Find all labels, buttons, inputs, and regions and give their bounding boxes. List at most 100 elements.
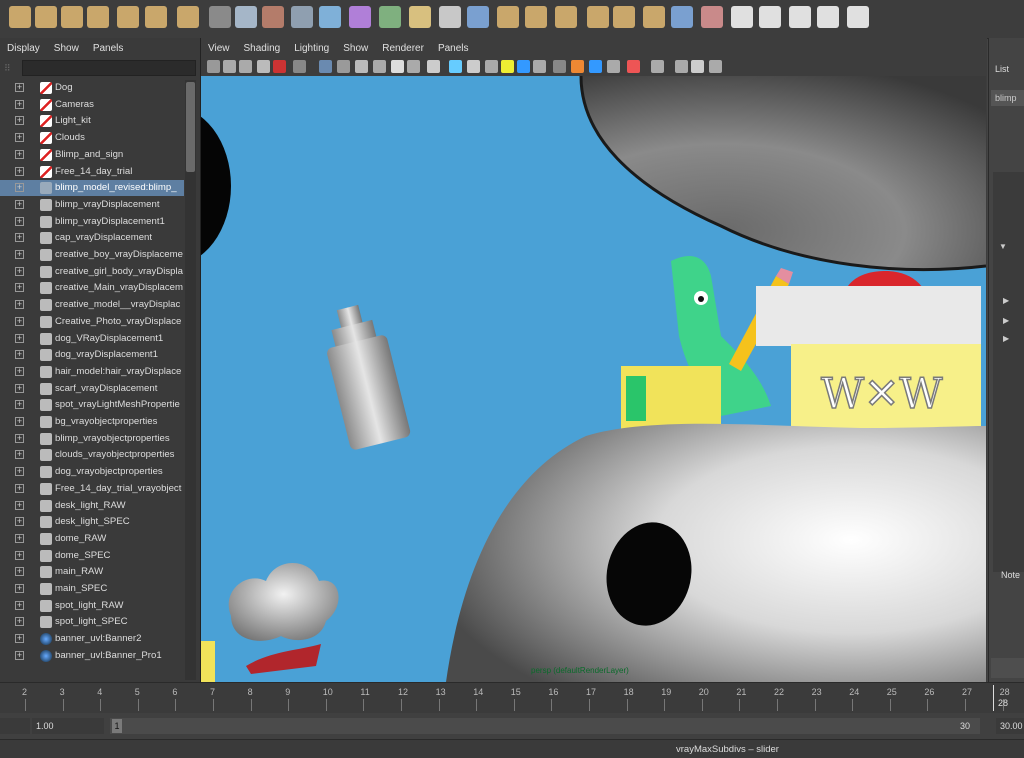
expand-icon[interactable]: +: [15, 366, 24, 376]
time-slider[interactable]: 2 3 4 5 6 7 8 9 10 11 12 13 14 15 16 17 18 19 20 21 22 23 24 25…: [0, 682, 1024, 713]
outliner-item[interactable]: + Free_14_day_trial_vrayobject: [0, 481, 184, 497]
viewport-menu-renderer[interactable]: Renderer: [375, 38, 431, 60]
viewport-tool-icon[interactable]: [373, 60, 386, 73]
viewport-tool-icon[interactable]: [391, 60, 404, 73]
outliner-item[interactable]: + dog_vrayDisplacement1: [0, 347, 184, 363]
outliner-item[interactable]: + creative_Main_vrayDisplacem: [0, 280, 184, 296]
viewport-tool-icon[interactable]: [427, 60, 440, 73]
shelf-tool-icon[interactable]: [349, 6, 371, 28]
shelf-tool-icon[interactable]: [701, 6, 723, 28]
shelf-tool-icon[interactable]: [439, 6, 461, 28]
shelf-tool-icon[interactable]: [35, 6, 57, 28]
expand-icon[interactable]: +: [15, 500, 24, 510]
outliner-item[interactable]: + banner_uvl:Banner_Pro1: [0, 648, 184, 664]
viewport-tool-icon[interactable]: [589, 60, 602, 73]
outliner-item[interactable]: + creative_girl_body_vrayDispla: [0, 264, 184, 280]
shelf-tool-icon[interactable]: [847, 6, 869, 28]
viewport-menu-lighting[interactable]: Lighting: [287, 38, 336, 60]
viewport-tool-icon[interactable]: [337, 60, 350, 73]
expand-icon[interactable]: +: [15, 417, 24, 426]
shelf-tool-icon[interactable]: [467, 6, 489, 28]
expand-icon[interactable]: +: [15, 233, 24, 243]
shelf-tool-icon[interactable]: [61, 6, 83, 28]
shelf-tool-icon[interactable]: [291, 6, 313, 28]
expand-icon[interactable]: +: [15, 99, 24, 109]
viewport-tool-icon[interactable]: [517, 60, 530, 73]
outliner-item[interactable]: + Free_14_day_trial: [0, 164, 184, 180]
outliner-item[interactable]: + dog_vrayobjectproperties: [0, 464, 184, 480]
3d-scene-view[interactable]: W✕W persp (defaultRenderLayer): [201, 76, 986, 682]
outliner-menu-display[interactable]: Display: [0, 38, 47, 60]
viewport-tool-icon[interactable]: [407, 60, 420, 73]
expand-icon[interactable]: +: [15, 617, 24, 627]
shelf-tool-icon[interactable]: [587, 6, 609, 28]
start-time-field[interactable]: 1.00: [32, 718, 104, 734]
viewport-menu-show[interactable]: Show: [336, 38, 375, 60]
expand-icon[interactable]: +: [15, 216, 24, 226]
range-slider[interactable]: 1 30: [110, 718, 980, 734]
expand-icon[interactable]: +: [15, 634, 24, 644]
outliner-item[interactable]: + desk_light_RAW: [0, 498, 184, 514]
shelf-tool-icon[interactable]: [497, 6, 519, 28]
shelf-tool-icon[interactable]: [817, 6, 839, 28]
expand-icon[interactable]: +: [15, 116, 24, 126]
expand-icon[interactable]: +: [15, 433, 24, 443]
shelf-tool-icon[interactable]: [525, 6, 547, 28]
expand-icon[interactable]: +: [15, 333, 24, 343]
outliner-item[interactable]: + spot_light_RAW: [0, 598, 184, 614]
outliner-item[interactable]: + clouds_vrayobjectproperties: [0, 447, 184, 463]
playback-start-box[interactable]: [0, 718, 30, 734]
outliner-search-input[interactable]: [22, 60, 196, 76]
range-end-handle[interactable]: 30: [960, 719, 976, 733]
outliner-item[interactable]: + scarf_vrayDisplacement: [0, 381, 184, 397]
viewport-menu-shading[interactable]: Shading: [237, 38, 288, 60]
list-field[interactable]: blimp: [991, 90, 1024, 106]
expand-icon[interactable]: +: [15, 283, 24, 293]
outliner-item[interactable]: + dome_RAW: [0, 531, 184, 547]
outliner-item[interactable]: + cap_vrayDisplacement: [0, 230, 184, 246]
viewport-tool-icon[interactable]: [293, 60, 306, 73]
expand-icon[interactable]: +: [15, 600, 24, 610]
outliner-item[interactable]: + creative_boy_vrayDisplaceme: [0, 247, 184, 263]
outliner-item[interactable]: + spot_vrayLightMeshPropertie: [0, 397, 184, 413]
expand-icon[interactable]: +: [15, 383, 24, 393]
shelf-tool-icon[interactable]: [9, 6, 31, 28]
viewport-tool-icon[interactable]: [571, 60, 584, 73]
viewport-tool-icon[interactable]: [273, 60, 286, 73]
expand-icon[interactable]: +: [15, 133, 24, 143]
viewport-tool-icon[interactable]: [257, 60, 270, 73]
shelf-tool-icon[interactable]: [379, 6, 401, 28]
viewport-tool-icon[interactable]: [449, 60, 462, 73]
outliner-item[interactable]: + Light_kit: [0, 113, 184, 129]
outliner-item[interactable]: + Creative_Photo_vrayDisplace: [0, 314, 184, 330]
shelf-tool-icon[interactable]: [209, 6, 231, 28]
shelf-tool-icon[interactable]: [262, 6, 284, 28]
outliner-item[interactable]: + spot_light_SPEC: [0, 614, 184, 630]
select-button[interactable]: [991, 658, 1024, 678]
expand-icon[interactable]: +: [15, 166, 24, 176]
outliner-item[interactable]: + Blimp_and_sign: [0, 147, 184, 163]
shelf-tool-icon[interactable]: [177, 6, 199, 28]
outliner-menu-show[interactable]: Show: [47, 38, 86, 60]
viewport-menu-panels[interactable]: Panels: [431, 38, 476, 60]
shelf-tool-icon[interactable]: [759, 6, 781, 28]
outliner-item[interactable]: + blimp_vrayDisplacement1: [0, 214, 184, 230]
shelf-tool-icon[interactable]: [87, 6, 109, 28]
expand-icon[interactable]: +: [15, 550, 24, 560]
shelf-tool-icon[interactable]: [789, 6, 811, 28]
shelf-tool-icon[interactable]: [555, 6, 577, 28]
expand-icon[interactable]: +: [15, 533, 24, 543]
viewport-menu-view[interactable]: View: [201, 38, 237, 60]
expand-icon[interactable]: +: [15, 650, 24, 660]
expand-icon[interactable]: +: [15, 483, 24, 493]
viewport-tool-icon[interactable]: [675, 60, 688, 73]
viewport-tool-icon[interactable]: [319, 60, 332, 73]
viewport-tool-icon[interactable]: [355, 60, 368, 73]
outliner-item[interactable]: + blimp_vrayobjectproperties: [0, 431, 184, 447]
viewport-tool-icon[interactable]: [207, 60, 220, 73]
expand-icon[interactable]: +: [15, 350, 24, 360]
shelf-tool-icon[interactable]: [145, 6, 167, 28]
expand-icon[interactable]: +: [15, 266, 24, 276]
expand-arrow-icon[interactable]: ▶: [1003, 296, 1009, 305]
outliner-item[interactable]: + hair_model:hair_vrayDisplace: [0, 364, 184, 380]
